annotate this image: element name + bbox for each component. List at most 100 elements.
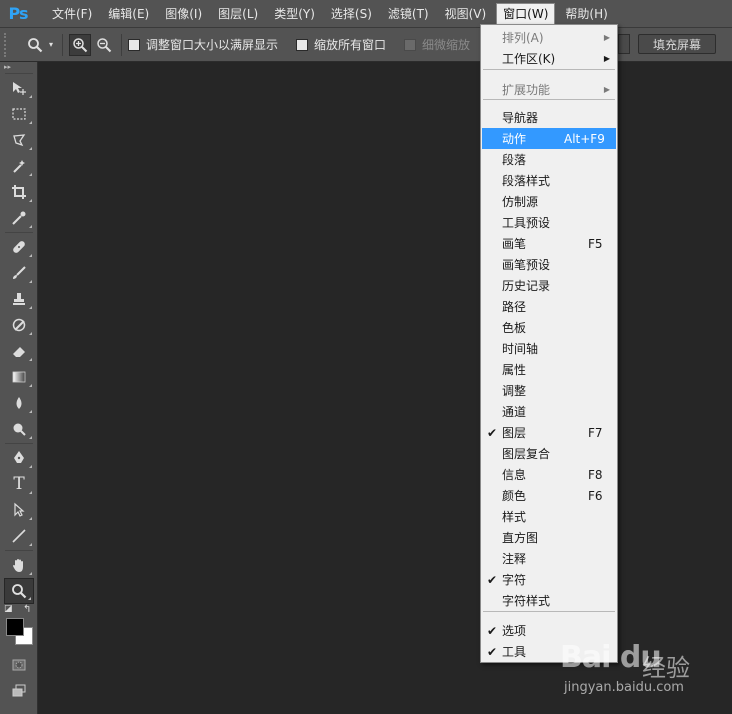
window-menu-item[interactable]: 直方图	[482, 527, 616, 548]
marquee-tool-icon[interactable]	[4, 101, 34, 127]
window-menu-item[interactable]: 注释	[482, 548, 616, 569]
window-menu-item-shortcut: F6	[588, 488, 603, 503]
zoom-tool-icon[interactable]	[4, 578, 34, 604]
zoom-all-windows-option[interactable]: 缩放所有窗口	[296, 36, 404, 53]
options-bar-grip[interactable]	[4, 32, 14, 57]
history-brush-tool-icon[interactable]	[4, 312, 34, 338]
menu-filter[interactable]: 滤镜(T)	[382, 3, 435, 25]
move-tool-icon[interactable]	[4, 75, 34, 101]
window-menu-item[interactable]: 段落	[482, 149, 616, 170]
window-menu-item-label: 画笔	[502, 237, 527, 251]
menu-file[interactable]: 文件(F)	[46, 3, 98, 25]
divider	[5, 232, 33, 233]
checkmark-icon: ✔	[486, 572, 498, 587]
window-menu-item[interactable]: 路径	[482, 296, 616, 317]
lasso-tool-icon[interactable]	[4, 127, 34, 153]
window-menu-item-label: 扩展功能	[502, 83, 551, 97]
resize-windows-label: 调整窗口大小以满屏显示	[146, 38, 279, 52]
window-menu-item[interactable]: 样式	[482, 506, 616, 527]
actual-pixels-button[interactable]	[618, 34, 630, 54]
window-menu-item-label: 工具预设	[502, 216, 551, 230]
options-bar: ▾ 调整窗口大小以满屏显示 缩放所有窗口 细微缩放 填充屏幕	[0, 28, 732, 62]
window-menu-item[interactable]: ✔ 字符	[482, 569, 616, 590]
menu-image[interactable]: 图像(I)	[159, 3, 208, 25]
healing-brush-tool-icon[interactable]	[4, 234, 34, 260]
zoom-tool-preset-icon[interactable]	[24, 34, 46, 56]
window-menu-item-shortcut: Alt+F9	[564, 131, 605, 146]
menu-view[interactable]: 视图(V)	[439, 3, 493, 25]
window-menu-item[interactable]: 信息 F8	[482, 464, 616, 485]
gradient-tool-icon[interactable]	[4, 364, 34, 390]
window-menu-item[interactable]: 调整	[482, 380, 616, 401]
menu-type[interactable]: 类型(Y)	[268, 3, 321, 25]
menu-help[interactable]: 帮助(H)	[559, 3, 613, 25]
collapse-panel-icon[interactable]: ▸▸	[0, 62, 37, 72]
window-menu-item[interactable]: 颜色 F6	[482, 485, 616, 506]
window-menu-item-shortcut: F5	[588, 236, 603, 251]
window-menu-item[interactable]: 色板	[482, 317, 616, 338]
menu-select[interactable]: 选择(S)	[325, 3, 378, 25]
dodge-tool-icon[interactable]	[4, 416, 34, 442]
menu-edit[interactable]: 编辑(E)	[102, 3, 155, 25]
window-menu-item[interactable]: 通道	[482, 401, 616, 422]
type-tool-icon[interactable]: T	[4, 471, 34, 497]
window-menu-item[interactable]: 扩展功能 ▶	[482, 79, 616, 100]
resize-windows-option[interactable]: 调整窗口大小以满屏显示	[128, 36, 296, 53]
window-menu-item-label: 历史记录	[502, 279, 551, 293]
menu-separator	[483, 69, 615, 70]
brush-tool-icon[interactable]	[4, 260, 34, 286]
zoom-out-icon[interactable]	[93, 34, 115, 56]
preset-dropdown-chevron-icon[interactable]: ▾	[46, 34, 56, 56]
color-swatches: ◪ ↰	[0, 604, 38, 652]
menu-window[interactable]: 窗口(W)	[496, 2, 556, 25]
window-menu-item[interactable]: 工具预设	[482, 212, 616, 233]
window-menu-item[interactable]: ✔ 选项	[482, 620, 616, 641]
window-menu-item-label: 工具	[502, 645, 527, 659]
window-menu-item[interactable]: 工作区(K) ▶	[482, 48, 616, 69]
swap-colors-icon[interactable]: ↰	[23, 604, 31, 615]
crop-tool-icon[interactable]	[4, 179, 34, 205]
clone-stamp-tool-icon[interactable]	[4, 286, 34, 312]
pen-tool-icon[interactable]	[4, 445, 34, 471]
blur-tool-icon[interactable]	[4, 390, 34, 416]
scrubby-zoom-option[interactable]: 细微缩放	[404, 36, 488, 53]
hand-tool-icon[interactable]	[4, 552, 34, 578]
window-menu-item[interactable]: 排列(A) ▶	[482, 27, 616, 48]
zoom-in-icon[interactable]	[69, 33, 91, 56]
window-menu-item[interactable]: 画笔预设	[482, 254, 616, 275]
scrubby-zoom-checkbox[interactable]	[404, 38, 417, 51]
foreground-color-swatch[interactable]	[6, 618, 24, 636]
menu-bar: Ps 文件(F) 编辑(E) 图像(I) 图层(L) 类型(Y) 选择(S) 滤…	[0, 0, 732, 28]
window-menu-item[interactable]: 时间轴	[482, 338, 616, 359]
window-menu-item-label: 图层	[502, 426, 527, 440]
window-menu-item-label: 段落样式	[502, 174, 551, 188]
window-menu-item[interactable]: 段落样式	[482, 170, 616, 191]
window-menu-item[interactable]: 画笔 F5	[482, 233, 616, 254]
line-tool-icon[interactable]	[4, 523, 34, 549]
window-menu-item[interactable]: 属性	[482, 359, 616, 380]
eraser-tool-icon[interactable]	[4, 338, 34, 364]
window-menu-item-label: 排列(A)	[502, 31, 544, 45]
magic-wand-tool-icon[interactable]	[4, 153, 34, 179]
divider	[5, 73, 33, 74]
window-menu-item-label: 选项	[502, 624, 527, 638]
quick-mask-icon[interactable]	[4, 652, 34, 678]
window-menu-item-label: 属性	[502, 363, 527, 377]
path-selection-tool-icon[interactable]	[4, 497, 34, 523]
fill-screen-button[interactable]: 填充屏幕	[638, 34, 716, 54]
zoom-all-windows-checkbox[interactable]	[296, 38, 309, 51]
resize-windows-checkbox[interactable]	[128, 38, 140, 51]
screen-mode-icon[interactable]	[4, 678, 34, 704]
default-colors-icon[interactable]: ◪	[4, 604, 13, 614]
window-menu-item[interactable]: 字符样式	[482, 590, 616, 611]
window-menu-item[interactable]: 仿制源	[482, 191, 616, 212]
checkmark-icon: ✔	[486, 644, 498, 659]
window-menu-item[interactable]: 图层复合	[482, 443, 616, 464]
photoshop-logo: Ps	[8, 4, 29, 23]
window-menu-item[interactable]: 历史记录	[482, 275, 616, 296]
window-menu-item[interactable]: 动作 Alt+F9	[482, 128, 616, 149]
window-menu-item[interactable]: ✔ 图层 F7	[482, 422, 616, 443]
eyedropper-tool-icon[interactable]	[4, 205, 34, 231]
window-menu-item[interactable]: 导航器	[482, 107, 616, 128]
menu-layer[interactable]: 图层(L)	[212, 3, 264, 25]
